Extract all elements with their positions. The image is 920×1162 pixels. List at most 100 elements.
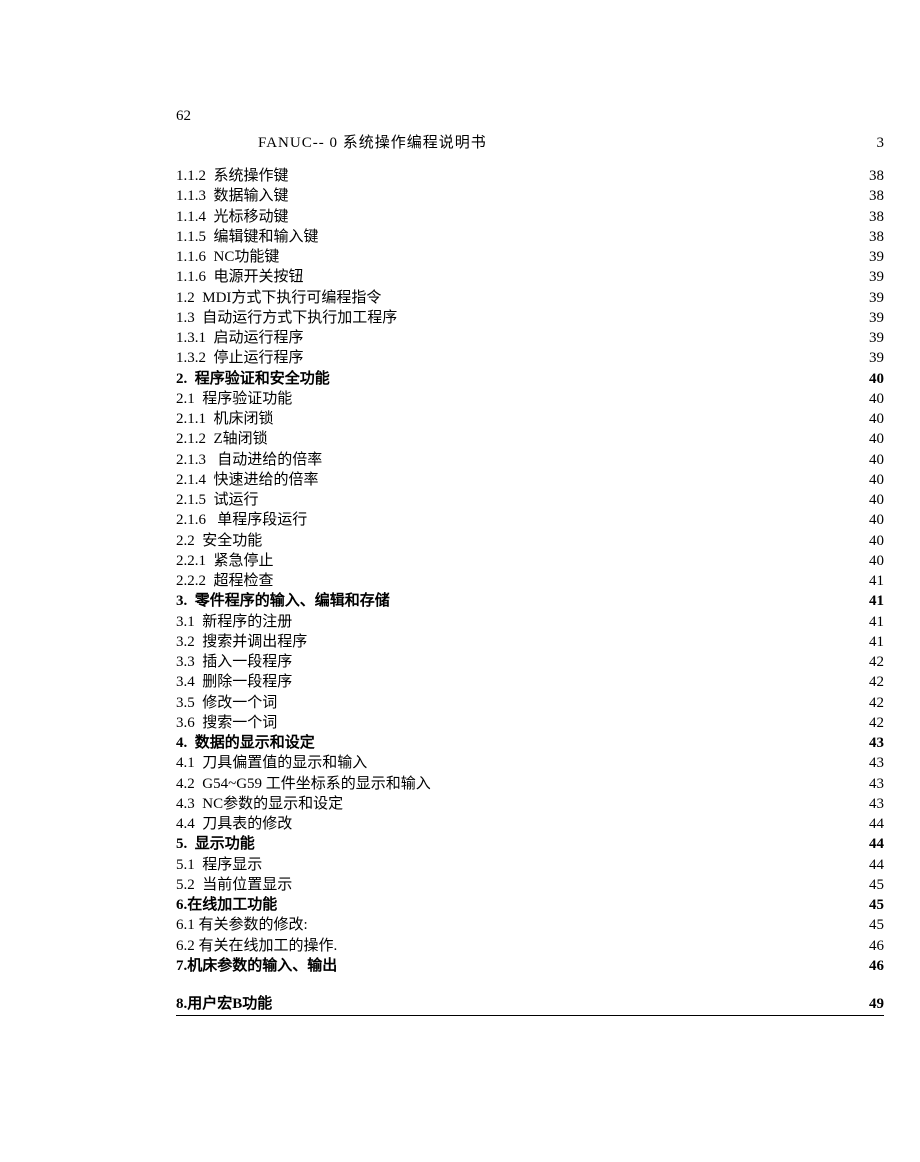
toc-page-number: 40: [860, 551, 884, 571]
page-number-top: 62: [176, 108, 884, 125]
toc-entry: 4.1 刀具偏置值的显示和输入43: [176, 753, 884, 773]
toc-entry: 2.1.3 自动进给的倍率40: [176, 450, 884, 470]
toc-page-number: 40: [860, 510, 884, 530]
toc-entry: 2.1.5 试运行40: [176, 490, 884, 510]
toc-label: 6.1 有关参数的修改:: [176, 915, 308, 935]
toc-page-number: 44: [860, 855, 884, 875]
toc-label: 4.1 刀具偏置值的显示和输入: [176, 753, 367, 773]
toc-entry-last: 8.用户宏B功能 49: [176, 994, 884, 1016]
toc-label: 1.1.2 系统操作键: [176, 166, 289, 186]
toc-label: 6.2 有关在线加工的操作.: [176, 936, 337, 956]
toc-page-number: 41: [860, 632, 884, 652]
toc-entry: 2.2.1 紧急停止 40: [176, 551, 884, 571]
toc-label: 1.1.4 光标移动键: [176, 207, 289, 227]
doc-title-row: FANUC-- 0 系统操作编程说明书 3: [176, 131, 884, 152]
toc-entry: 1.2 MDI方式下执行可编程指令39: [176, 288, 884, 308]
toc-entry: 5. 显示功能 44: [176, 834, 884, 854]
toc-entry: 3.5 修改一个词 42: [176, 693, 884, 713]
toc-entry: 6.2 有关在线加工的操作. 46: [176, 936, 884, 956]
toc-page-number: 46: [860, 956, 884, 976]
toc-entry: 5.2 当前位置显示45: [176, 875, 884, 895]
toc-entry: 2.1.6 单程序段运行 40: [176, 510, 884, 530]
toc-entry: 2.2 安全功能 40: [176, 531, 884, 551]
toc-label: 3.5 修改一个词: [176, 693, 277, 713]
toc-label: 1.1.3 数据输入键: [176, 186, 289, 206]
toc-label: 1.2 MDI方式下执行可编程指令: [176, 288, 381, 308]
toc-entry: 7.机床参数的输入、输出 46: [176, 956, 884, 976]
toc-label: 3.6 搜索一个词: [176, 713, 277, 733]
toc-entry: 2.1.2 Z轴闭锁40: [176, 429, 884, 449]
toc-entry: 3.2 搜索并调出程序 41: [176, 632, 884, 652]
toc-page-number: 38: [860, 207, 884, 227]
doc-title-page-number: 3: [877, 135, 885, 152]
toc-label: 1.3.2 停止运行程序: [176, 348, 304, 368]
toc-label: 3.1 新程序的注册: [176, 612, 292, 632]
toc-label: 1.1.6 电源开关按钮: [176, 267, 304, 287]
toc-page-number: 42: [860, 693, 884, 713]
toc-entry: 1.1.5 编辑键和输入键 38: [176, 227, 884, 247]
toc-label: 3.2 搜索并调出程序: [176, 632, 307, 652]
toc-label: 2.1.6 单程序段运行: [176, 510, 307, 530]
toc-label: 1.1.5 编辑键和输入键: [176, 227, 319, 247]
table-of-contents: 1.1.2 系统操作键381.1.3 数据输入键381.1.4 光标移动键381…: [176, 166, 884, 976]
toc-page-number: 41: [860, 591, 884, 611]
toc-entry: 3.3 插入一段程序 42: [176, 652, 884, 672]
toc-label: 6.在线加工功能: [176, 895, 277, 915]
toc-page-number: 44: [860, 834, 884, 854]
toc-entry: 1.1.6 电源开关按钮39: [176, 267, 884, 287]
toc-entry: 3.1 新程序的注册41: [176, 612, 884, 632]
toc-entry: 3.6 搜索一个词 42: [176, 713, 884, 733]
toc-label: 5.1 程序显示: [176, 855, 262, 875]
toc-page-number: 43: [860, 774, 884, 794]
toc-label: 2.2 安全功能: [176, 531, 262, 551]
toc-entry: 2. 程序验证和安全功能 40: [176, 369, 884, 389]
toc-label: 4.2 G54~G59 工件坐标系的显示和输入: [176, 774, 431, 794]
toc-page-number: 43: [860, 794, 884, 814]
toc-label: 4.4 刀具表的修改: [176, 814, 292, 834]
toc-page-number: 40: [860, 369, 884, 389]
toc-page-number: 39: [860, 328, 884, 348]
toc-entry: 3.4 删除一段程序42: [176, 672, 884, 692]
toc-page-number: 38: [860, 186, 884, 206]
toc-entry: 4. 数据的显示和设定43: [176, 733, 884, 753]
toc-label: 2.2.2 超程检查: [176, 571, 274, 591]
toc-entry: 1.3.1 启动运行程序39: [176, 328, 884, 348]
toc-entry: 1.1.4 光标移动键 38: [176, 207, 884, 227]
toc-page-number: 39: [860, 247, 884, 267]
doc-title: FANUC-- 0 系统操作编程说明书: [258, 131, 487, 152]
toc-page-number: 39: [860, 348, 884, 368]
toc-entry: 1.3.2 停止运行程序 39: [176, 348, 884, 368]
toc-entry: 4.3 NC参数的显示和设定 43: [176, 794, 884, 814]
toc-page-number: 44: [860, 814, 884, 834]
toc-page-number: 38: [860, 227, 884, 247]
spacer: [176, 976, 884, 994]
toc-label: 2. 程序验证和安全功能: [176, 369, 330, 389]
toc-page-number: 40: [860, 531, 884, 551]
toc-label: 5. 显示功能: [176, 834, 255, 854]
toc-entry: 2.1.4 快速进给的倍率40: [176, 470, 884, 490]
toc-page-number: 39: [860, 308, 884, 328]
toc-label: 2.1.4 快速进给的倍率: [176, 470, 319, 490]
toc-label: 3.3 插入一段程序: [176, 652, 292, 672]
toc-page-number: 41: [860, 571, 884, 591]
toc-page-number: 46: [860, 936, 884, 956]
toc-page-number: 40: [860, 389, 884, 409]
toc-label: 4.3 NC参数的显示和设定: [176, 794, 343, 814]
toc-entry: 4.4 刀具表的修改 44: [176, 814, 884, 834]
toc-page-number: 40: [860, 429, 884, 449]
toc-label: 8.用户宏B功能: [176, 994, 272, 1014]
toc-entry: 1.3 自动运行方式下执行加工程序39: [176, 308, 884, 328]
toc-entry: 2.1 程序验证功能40: [176, 389, 884, 409]
toc-entry: 6.1 有关参数的修改: 45: [176, 915, 884, 935]
toc-entry: 2.2.2 超程检查 41: [176, 571, 884, 591]
toc-label: 7.机床参数的输入、输出: [176, 956, 337, 976]
toc-label: 2.1.5 试运行: [176, 490, 259, 510]
toc-page-number: 45: [860, 915, 884, 935]
toc-entry: 1.1.6 NC功能键39: [176, 247, 884, 267]
toc-label: 2.1.1 机床闭锁: [176, 409, 274, 429]
toc-page-number: 42: [860, 713, 884, 733]
toc-label: 3.4 删除一段程序: [176, 672, 292, 692]
toc-page-number: 40: [860, 450, 884, 470]
toc-page-number: 42: [860, 652, 884, 672]
toc-label: 2.2.1 紧急停止: [176, 551, 274, 571]
